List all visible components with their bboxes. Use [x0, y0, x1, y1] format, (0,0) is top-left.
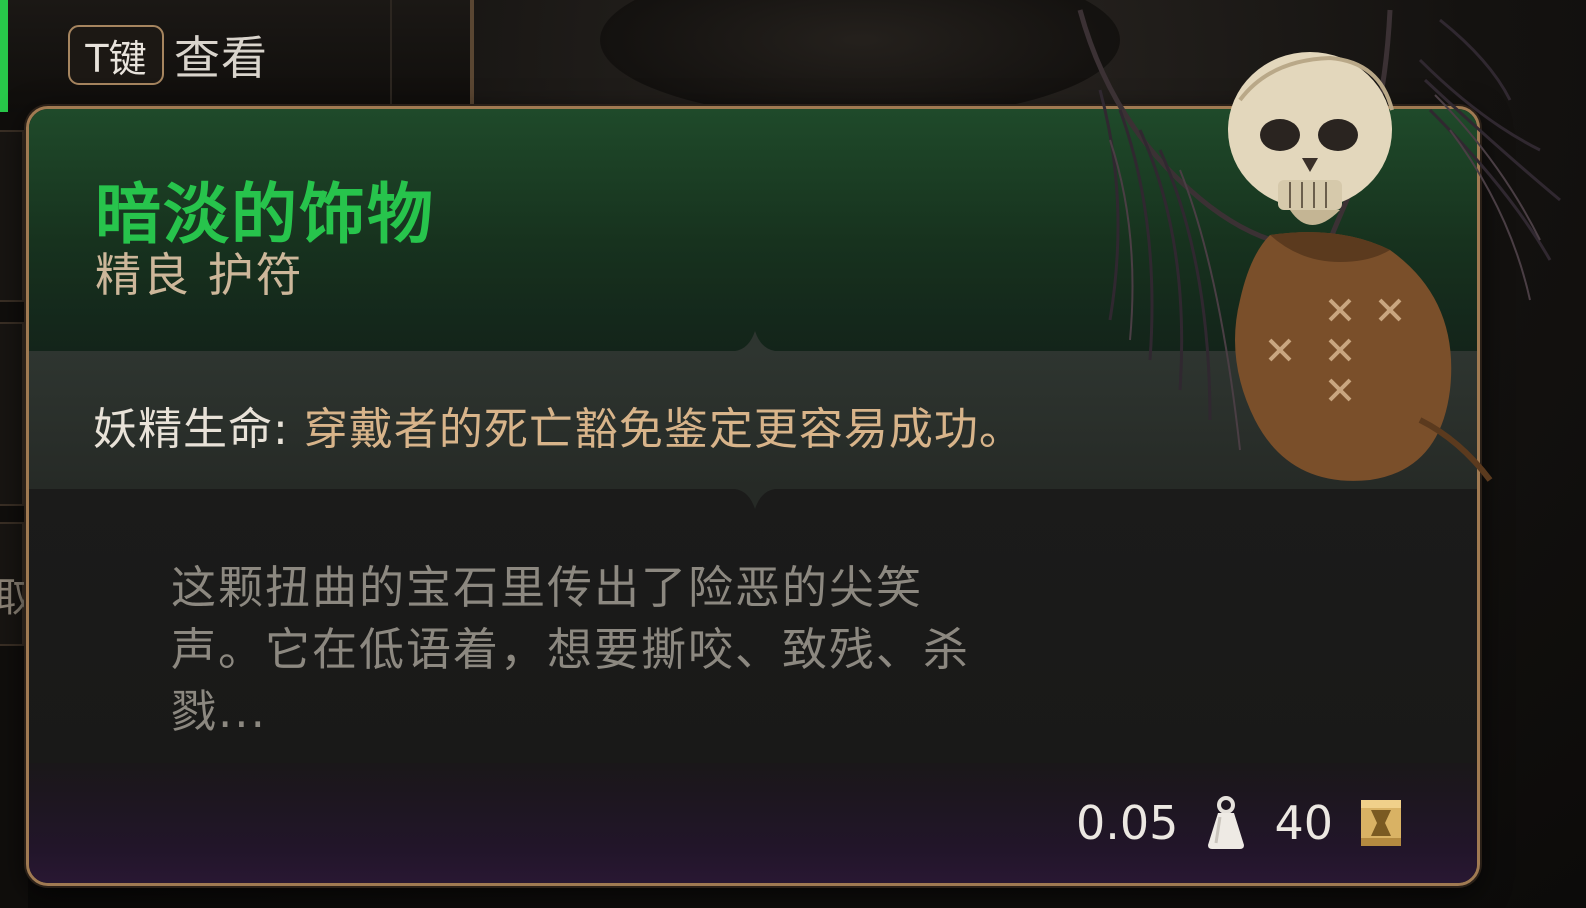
property-description: 穿戴者的死亡豁免鉴定更容易成功。 [288, 404, 1024, 455]
side-panel-slot [0, 130, 24, 302]
item-weight: 0.05 [1076, 796, 1179, 850]
panel-divider [390, 0, 392, 108]
section-divider-ornament [735, 489, 775, 509]
property-name: 妖精生命: [93, 404, 289, 455]
keybind-badge: T键 [68, 25, 164, 85]
selection-indicator [0, 0, 8, 112]
section-divider-ornament [735, 331, 775, 351]
item-lore-text: 这颗扭曲的宝石里传出了险恶的尖笑声。它在低语着，想要撕咬、致残、杀戮... [171, 561, 971, 738]
item-property: 妖精生命: 穿戴者的死亡豁免鉴定更容易成功。 [93, 393, 1024, 457]
hint-action-label: 查看 [174, 31, 268, 85]
skull-amulet-icon [1077, 9, 1561, 482]
gold-coin-icon [1361, 800, 1401, 846]
item-rarity-type: 精良 护符 [95, 248, 304, 302]
side-panel-slot [0, 322, 24, 506]
weight-icon [1208, 796, 1245, 849]
item-value: 40 [1274, 796, 1333, 850]
inspect-hint[interactable]: T键 查看 [68, 22, 268, 88]
background-side-panels [0, 112, 28, 908]
item-stats: 0.05 40 [1076, 795, 1403, 851]
game-screen: 取 T键 查看 暗淡的饰物 精良 护符 妖精生命: 穿戴者的死亡豁免鉴定更容易成… [0, 0, 1586, 908]
